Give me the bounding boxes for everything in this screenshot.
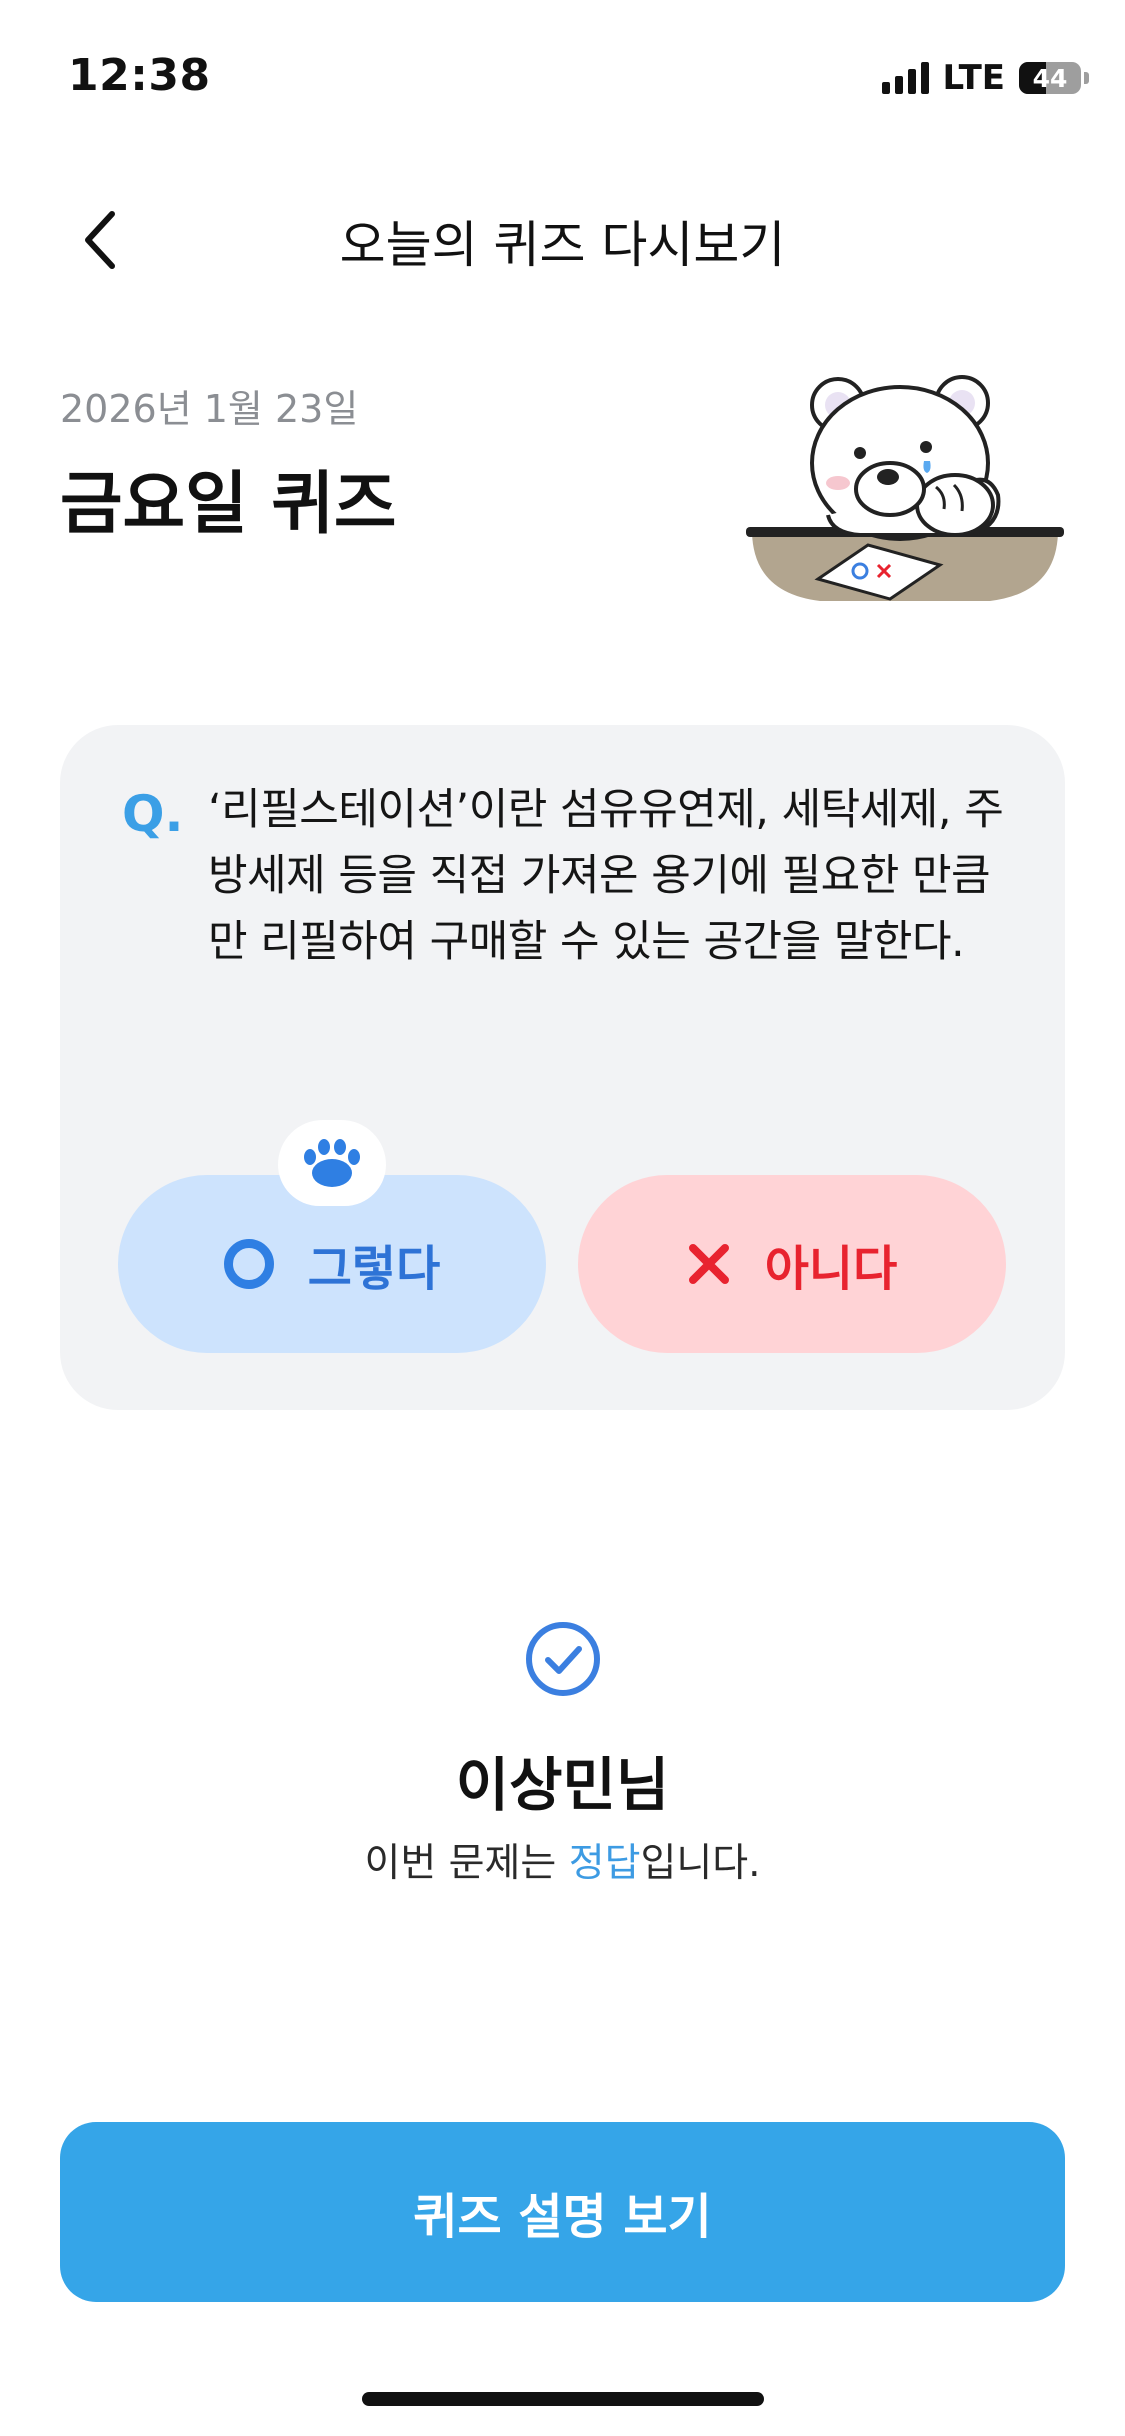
x-mark-icon bbox=[688, 1244, 729, 1284]
quiz-date: 2026년 1월 23일 bbox=[60, 387, 359, 431]
battery-level: 44 bbox=[1032, 63, 1068, 93]
home-indicator[interactable] bbox=[362, 2392, 764, 2406]
answer-no-label: 아니다 bbox=[764, 1241, 898, 1297]
quiz-explanation-button[interactable]: 퀴즈 설명 보기 bbox=[60, 2122, 1065, 2302]
user-name: 이상민님 bbox=[455, 1751, 670, 1819]
bear-mascot-illustration bbox=[746, 375, 1064, 601]
battery-icon: 44 bbox=[1019, 62, 1081, 94]
result-suffix: 입니다. bbox=[640, 1841, 761, 1886]
quiz-title: 금요일 퀴즈 bbox=[60, 465, 397, 544]
question-card: Q. ‘리필스테이션’이란 섬유유연제, 세탁세제, 주방세제 등을 직접 가져… bbox=[60, 725, 1065, 1410]
result-message: 이번 문제는 정답입니다. bbox=[0, 1832, 1125, 1888]
status-time: 12:38 bbox=[68, 50, 211, 101]
result-prefix: 이번 문제는 bbox=[364, 1841, 569, 1886]
question-label: Q. bbox=[122, 785, 184, 843]
answer-yes-label: 그렇다 bbox=[307, 1241, 441, 1297]
page-title: 오늘의 퀴즈 다시보기 bbox=[339, 216, 786, 274]
check-circle-icon bbox=[526, 1622, 600, 1696]
quiz-review-screen: 12:38 LTE 44 오늘의 퀴즈 다시보기 2026년 1월 23일 금요… bbox=[0, 0, 1125, 2436]
signal-icon bbox=[881, 62, 929, 94]
paw-icon bbox=[304, 1139, 360, 1187]
status-indicators: LTE 44 bbox=[881, 58, 1089, 98]
answer-no-button[interactable]: 아니다 bbox=[578, 1175, 1006, 1353]
network-label: LTE bbox=[942, 58, 1005, 98]
paw-selected-badge bbox=[278, 1120, 386, 1206]
result-highlight: 정답 bbox=[568, 1841, 641, 1886]
circle-o-icon bbox=[223, 1239, 274, 1289]
battery-tip bbox=[1084, 72, 1089, 84]
question-text: ‘리필스테이션’이란 섬유유연제, 세탁세제, 주방세제 등을 직접 가져온 용… bbox=[208, 785, 1004, 967]
